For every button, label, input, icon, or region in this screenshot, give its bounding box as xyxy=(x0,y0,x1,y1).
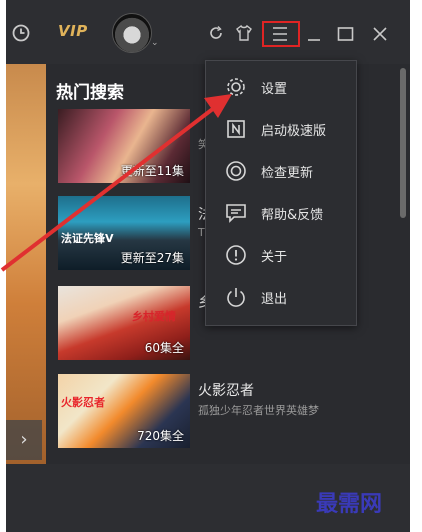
list-item-thumbnail[interactable]: 火影忍者 720集全 xyxy=(58,374,190,448)
feedback-icon xyxy=(226,204,246,223)
title-bar: VIP ⌄ xyxy=(6,0,410,64)
info-icon xyxy=(226,245,246,265)
watermark: 最需网 xyxy=(316,491,383,517)
avatar[interactable] xyxy=(112,13,152,53)
item-title[interactable]: 火影忍者 xyxy=(198,380,254,400)
vip-button[interactable]: VIP xyxy=(58,22,88,40)
menu-item-label: 帮助&反馈 xyxy=(261,208,324,223)
banner-strip[interactable] xyxy=(6,64,46,464)
power-icon xyxy=(227,288,245,307)
menu-item-label: 启动极速版 xyxy=(261,124,327,139)
show-banner-text: 法证先锋V xyxy=(61,232,114,245)
menu-highlight-box xyxy=(262,21,300,47)
menu-item-check-update[interactable]: 检查更新 xyxy=(206,151,356,191)
item-subtitle: 孤独少年忍者世界英雄梦 xyxy=(198,404,319,417)
menu-item-about[interactable]: 关于 xyxy=(206,235,356,275)
maximize-icon[interactable] xyxy=(337,26,354,42)
minimize-icon[interactable] xyxy=(306,26,322,42)
menu-item-label: 退出 xyxy=(261,292,288,307)
gear-icon xyxy=(227,78,245,96)
update-icon xyxy=(226,161,246,181)
menu-item-speed-mode[interactable]: 启动极速版 xyxy=(206,109,356,149)
scroll-thumb[interactable] xyxy=(400,68,406,218)
settings-dropdown-menu: 设置 启动极速版 检查更新 帮助&反馈 关于 退出 xyxy=(205,60,357,326)
episode-badge: 60集全 xyxy=(144,341,184,355)
episode-badge: 更新至11集 xyxy=(120,164,184,178)
show-banner-text: 乡村爱情 xyxy=(132,310,176,323)
menu-item-label: 设置 xyxy=(261,82,288,97)
banner-next-button[interactable]: › xyxy=(6,420,42,460)
skin-icon[interactable] xyxy=(235,24,253,42)
episode-badge: 720集全 xyxy=(137,429,184,443)
menu-item-exit[interactable]: 退出 xyxy=(206,277,356,317)
section-title: 热门搜索 xyxy=(56,83,124,103)
episode-badge: 更新至27集 xyxy=(120,251,184,265)
menu-item-settings[interactable]: 设置 xyxy=(206,67,356,107)
menu-item-label: 关于 xyxy=(261,250,288,265)
speed-mode-icon xyxy=(227,120,245,138)
clock-icon[interactable] xyxy=(12,24,30,42)
app-window: VIP ⌄ › 热门搜索 更新至11集 笑 法证先锋V 更新至27集 T 乡村爱… xyxy=(6,0,410,532)
menu-item-help-feedback[interactable]: 帮助&反馈 xyxy=(206,193,356,233)
scrollbar[interactable] xyxy=(396,64,410,464)
list-item-thumbnail[interactable]: 法证先锋V 更新至27集 xyxy=(58,196,190,270)
list-item-thumbnail[interactable]: 更新至11集 xyxy=(58,109,190,183)
item-subtitle: T xyxy=(198,226,205,239)
list-item-thumbnail[interactable]: 乡村爱情 60集全 xyxy=(58,286,190,360)
refresh-icon[interactable] xyxy=(208,25,224,41)
close-icon[interactable] xyxy=(372,26,388,42)
chevron-down-icon[interactable]: ⌄ xyxy=(151,38,159,48)
menu-item-label: 检查更新 xyxy=(261,166,314,181)
show-banner-text: 火影忍者 xyxy=(61,396,105,409)
